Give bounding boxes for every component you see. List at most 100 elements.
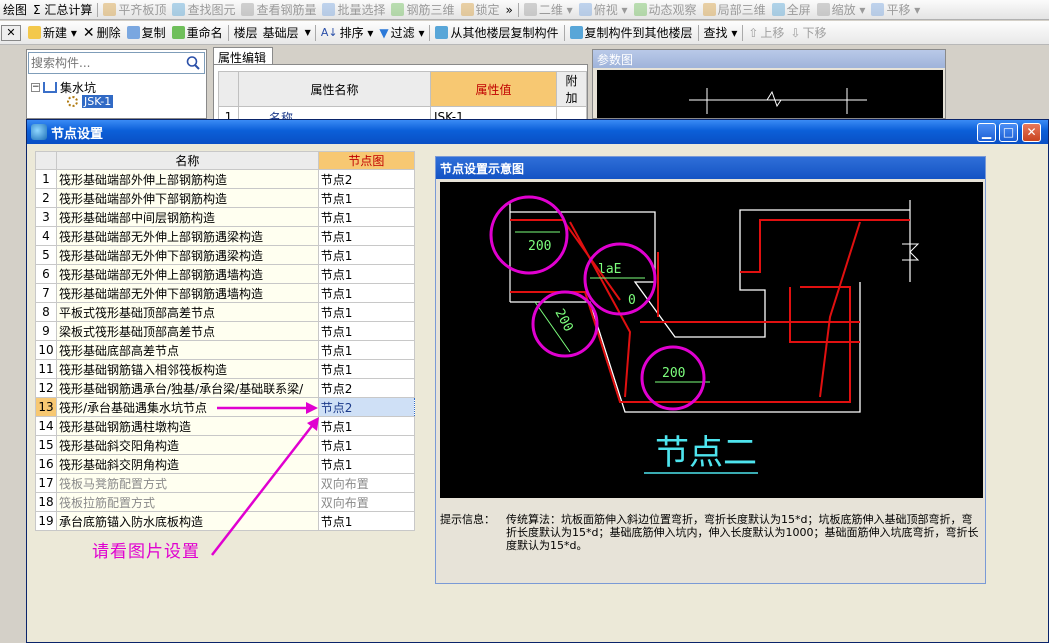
gear-icon (67, 96, 78, 107)
header-name: 属性名称 (238, 71, 431, 107)
toolbar-item-icon (103, 3, 117, 16)
floor-select[interactable]: 基础层 ▼ (261, 24, 313, 42)
toolbar-item-label: 动态观察 (648, 3, 697, 17)
chevron-down-icon: ▼ (304, 28, 311, 37)
close-button[interactable]: ✕ (1022, 123, 1041, 142)
search-box (28, 52, 205, 74)
delete-button[interactable]: ✕ 删除 (80, 23, 124, 43)
toolbar-item[interactable]: 钢筋三维 (388, 1, 457, 19)
copy-to-floor-button[interactable]: 复制构件到其他楼层 (567, 23, 696, 43)
toolbar-item[interactable]: 平移 ▾ (868, 1, 923, 19)
toolbar-item-label: 平齐板顶 (118, 3, 167, 17)
toolbar-item-label: 俯视 ▾ (593, 3, 628, 17)
toolbar-item-icon (771, 3, 785, 16)
toolbar-item-label: 绘图 (3, 3, 28, 17)
toolbar-item-icon (523, 3, 537, 16)
tree-node-sump[interactable]: − 集水坑 (31, 79, 96, 96)
annotation-arrows (211, 402, 319, 556)
component-tree-panel: − 集水坑 JSK-1 (26, 49, 207, 119)
toolbar-item-label: 缩放 ▾ (831, 3, 866, 17)
toolbar-item-label: 批量选择 (337, 3, 386, 17)
filter-button[interactable]: ▼ 过滤 ▾ (376, 23, 427, 43)
delete-label: 删除 (96, 26, 121, 40)
highlight-circle-a (489, 195, 569, 275)
find-button[interactable]: 查找 ▾ (701, 23, 741, 43)
hint-label: 提示信息： (440, 513, 495, 526)
toolbar-item-label: 查看钢筋量 (256, 3, 317, 17)
toolbar-item-label: 钢筋三维 (406, 3, 455, 17)
collapse-icon[interactable]: − (31, 83, 40, 92)
toolbar-item[interactable]: 局部三维 (700, 1, 769, 19)
tree-node-jsk1[interactable]: JSK-1 (67, 95, 114, 108)
move-down-label: 下移 (802, 26, 827, 40)
annotation-arrow-diagonal (211, 421, 316, 556)
minimize-button[interactable]: ▁ (977, 123, 996, 142)
toolbar-item[interactable]: 动态观察 (631, 1, 700, 19)
toolbar-item[interactable]: 平齐板顶 (100, 1, 169, 19)
copy-from-floor-icon (435, 26, 449, 39)
tab-property-editor[interactable]: 属性编辑 (213, 47, 273, 65)
toolbar-item[interactable]: 查找图元 (169, 1, 238, 19)
highlight-circle-lae (583, 242, 657, 316)
close-icon: ✕ (1026, 125, 1037, 139)
toolbar-separator (97, 2, 99, 17)
toolbar-separator (429, 24, 431, 41)
toolbar-item-label: » (505, 2, 513, 17)
toolbar-separator (227, 24, 229, 41)
toolbar-item[interactable]: 缩放 ▾ (814, 1, 869, 19)
move-up-button[interactable]: ⇧ 上移 (745, 23, 787, 43)
toolbar-item-icon (172, 3, 186, 16)
toolbar-item-icon (816, 3, 830, 16)
toolbar-item[interactable]: » (503, 1, 516, 19)
toolbar-separator (563, 24, 565, 41)
arrow-down-icon: ⇩ (790, 25, 801, 40)
toolbar-item[interactable]: 批量选择 (319, 1, 388, 19)
toolbar-item[interactable]: Σ 汇总计算 (30, 1, 95, 19)
toolbar-item[interactable]: 查看钢筋量 (238, 1, 319, 19)
toolbar-item-icon (241, 3, 255, 16)
copy-from-floor-label: 从其他楼层复制构件 (450, 26, 559, 40)
sump-icon (43, 82, 57, 93)
copy-from-floor-button[interactable]: 从其他楼层复制构件 (432, 23, 561, 43)
rename-button[interactable]: 重命名 (169, 23, 226, 43)
node-diagram-svg: 200 laE 0 200 200 节点二 (489, 195, 920, 474)
move-up-label: 上移 (760, 26, 785, 40)
toolbar-item-icon (460, 3, 474, 16)
sort-button[interactable]: A↓ 排序 ▾ (318, 23, 377, 43)
header-index (218, 71, 239, 107)
toolbar-item[interactable]: 锁定 (458, 1, 503, 19)
annotation-text: 请看图片设置 (92, 542, 200, 562)
toolbar-item[interactable]: 二维 ▾ (521, 1, 576, 19)
copy-button[interactable]: 复制 (124, 23, 169, 43)
maximize-button[interactable]: □ (999, 123, 1018, 142)
move-down-button[interactable]: ⇩ 下移 (787, 23, 829, 43)
toolbar-item[interactable]: 全屏 (769, 1, 814, 19)
toolbar-separator (314, 24, 316, 41)
toolbar-item-icon (391, 3, 405, 16)
table-header: 属性名称 属性值 附加 (218, 71, 587, 107)
search-icon[interactable] (184, 54, 202, 72)
search-input[interactable] (31, 54, 181, 72)
toolbar-item-label: Σ 汇总计算 (33, 3, 93, 17)
rebar-pit-bottom (510, 286, 851, 403)
toolbar-separator (517, 2, 519, 17)
param-diagram-canvas (597, 70, 943, 118)
dim-text-0: 0 (628, 293, 636, 308)
dim-text-200-c: 200 (662, 366, 685, 381)
toolbar-item[interactable]: 绘图 (0, 1, 30, 19)
rename-icon (171, 26, 185, 39)
floor-value: 基础层 (262, 26, 299, 40)
toolbar-separator (697, 24, 699, 41)
toolbar-item[interactable]: 俯视 ▾ (576, 1, 631, 19)
toolbar-item-icon (702, 3, 716, 16)
minimize-icon: ▁ (981, 125, 992, 139)
new-label: 新建 ▾ (43, 26, 77, 40)
copy-icon (126, 26, 140, 39)
dim-text-lae: laE (598, 262, 621, 277)
new-button[interactable]: 新建 ▾ (25, 23, 80, 43)
copy-label: 复制 (141, 26, 166, 40)
toolbar-separator (742, 24, 744, 41)
diagram-caption: 节点二 (655, 433, 757, 473)
close-panel-button[interactable]: ✕ (1, 24, 21, 41)
component-toolbar: ✕ 新建 ▾ ✕ 删除 复制 重命名 楼层 基础层 ▼ A↓ 排序 ▾ ▼ 过滤 ▾ 从… (0, 21, 1049, 45)
